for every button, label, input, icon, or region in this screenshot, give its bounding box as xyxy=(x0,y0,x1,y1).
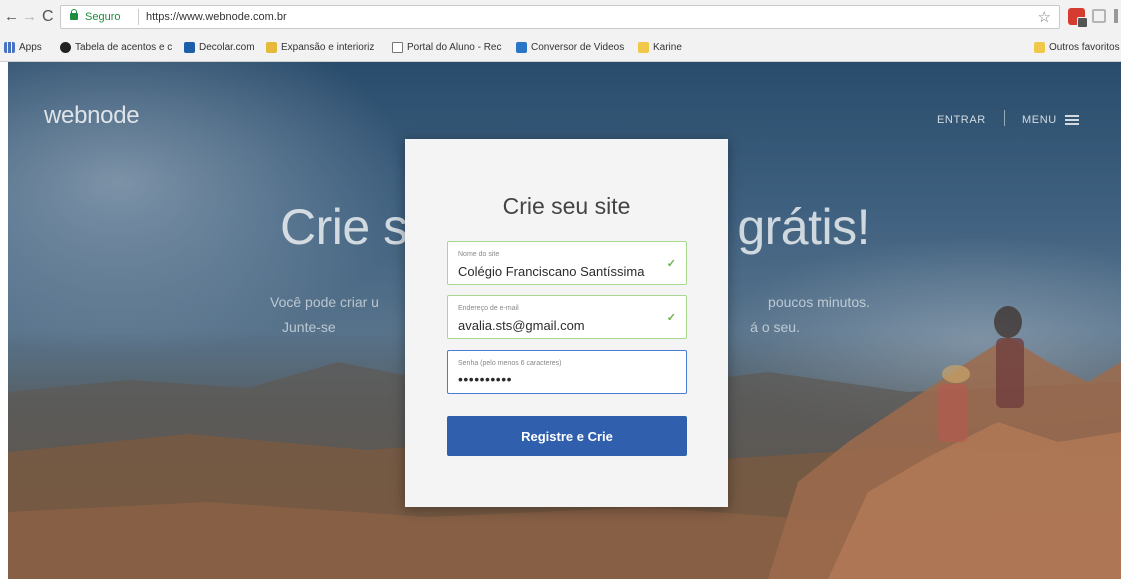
site-name-label: Nome do site xyxy=(458,251,500,258)
bookmark-decolar[interactable]: Decolar.com xyxy=(184,42,255,53)
bookmark-portal-aluno[interactable]: Portal do Aluno - Rec xyxy=(392,42,502,53)
folder-icon xyxy=(638,42,649,53)
site-name-field[interactable]: Nome do site Colégio Franciscano Santíss… xyxy=(447,241,687,285)
folder-icon xyxy=(1034,42,1045,53)
webnode-logo[interactable]: webnode xyxy=(44,102,140,130)
modal-title: Crie seu site xyxy=(502,193,631,219)
back-icon[interactable]: ← xyxy=(4,9,19,25)
menu-button[interactable]: MENU xyxy=(1022,114,1079,126)
bookmark-expansao[interactable]: Expansão e interioriz xyxy=(266,42,374,53)
bookmark-other[interactable]: Outros favoritos xyxy=(1034,42,1120,53)
nav-divider xyxy=(1004,110,1005,126)
address-bar[interactable]: Seguro https://www.webnode.com.br ☆ xyxy=(60,5,1060,29)
address-divider xyxy=(138,9,139,25)
page-icon xyxy=(392,42,403,53)
bookmarks-bar: Apps Tabela de acentos e c Decolar.com E… xyxy=(0,38,1121,60)
password-value: •••••••••• xyxy=(458,371,513,387)
globe-icon xyxy=(60,42,71,53)
browser-chrome: ← → C Seguro https://www.webnode.com.br … xyxy=(0,0,1121,62)
bookmark-tabela-acentos[interactable]: Tabela de acentos e c xyxy=(60,42,172,53)
more-options-icon[interactable] xyxy=(1114,9,1118,23)
lock-icon xyxy=(70,9,78,20)
bookmark-apps[interactable]: Apps xyxy=(4,42,42,53)
checkmark-icon: ✓ xyxy=(666,312,676,324)
login-link[interactable]: ENTRAR xyxy=(937,114,986,126)
reload-icon[interactable]: C xyxy=(42,9,54,25)
folder-icon xyxy=(266,42,277,53)
apps-grid-icon xyxy=(4,42,15,53)
site-name-value: Colégio Franciscano Santíssima xyxy=(458,264,645,279)
signup-modal: Crie seu site Nome do site Colégio Franc… xyxy=(405,139,728,507)
bookmark-karine[interactable]: Karine xyxy=(638,42,682,53)
site-icon xyxy=(184,42,195,53)
bookmark-conversor[interactable]: Conversor de Videos xyxy=(516,42,624,53)
password-label: Senha (pelo menos 6 caracteres) xyxy=(458,360,562,367)
hamburger-icon xyxy=(1064,115,1079,125)
email-value: avalia.sts@gmail.com xyxy=(458,318,585,333)
converter-icon xyxy=(516,42,527,53)
url-text[interactable]: https://www.webnode.com.br xyxy=(146,11,287,23)
password-field[interactable]: Senha (pelo menos 6 caracteres) ••••••••… xyxy=(447,350,687,394)
email-label: Endereço de e-mail xyxy=(458,305,519,312)
extension-square-icon[interactable] xyxy=(1092,9,1106,23)
forward-icon[interactable]: → xyxy=(22,9,37,25)
email-field[interactable]: Endereço de e-mail avalia.sts@gmail.com … xyxy=(447,295,687,339)
secure-label: Seguro xyxy=(85,11,121,23)
bookmark-star-icon[interactable]: ☆ xyxy=(1038,8,1051,26)
checkmark-icon: ✓ xyxy=(666,258,676,270)
browser-toolbar: ← → C Seguro https://www.webnode.com.br … xyxy=(0,0,1121,36)
register-button[interactable]: Registre e Crie xyxy=(447,416,687,456)
extension-icon[interactable] xyxy=(1068,8,1088,28)
